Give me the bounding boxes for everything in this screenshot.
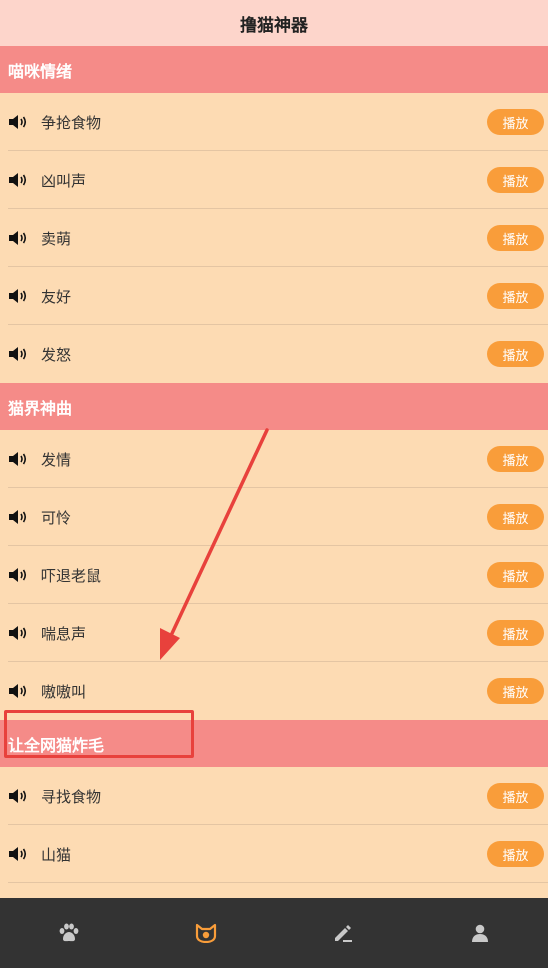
list-item[interactable]: 可怜 播放: [0, 488, 548, 546]
speaker-icon: [8, 114, 28, 130]
speaker-icon: [8, 451, 28, 467]
list-item[interactable]: 寻找食物 播放: [0, 767, 548, 825]
list-item[interactable]: 喘息声 播放: [0, 604, 548, 662]
bottom-tab-bar: [0, 898, 548, 968]
sound-label: 寻找食物: [41, 787, 102, 806]
sound-label: 争抢食物: [41, 113, 102, 132]
play-button[interactable]: 播放: [487, 167, 544, 193]
cat-face-icon: [195, 923, 216, 943]
edit-icon: [334, 925, 352, 942]
tab-profile[interactable]: [450, 913, 510, 953]
annotation-highlight-box: [4, 710, 194, 758]
play-button[interactable]: 播放: [487, 678, 544, 704]
list-item[interactable]: 发怒 播放: [0, 325, 548, 383]
speaker-icon: [8, 625, 28, 641]
sound-label: 凶叫声: [41, 171, 87, 190]
sound-label: 喘息声: [41, 624, 87, 643]
tab-edit[interactable]: [313, 913, 373, 953]
user-icon: [471, 924, 488, 942]
list-item[interactable]: 发情 播放: [0, 430, 548, 488]
sound-label: 嗷嗷叫: [41, 682, 87, 701]
sound-label: 发怒: [41, 345, 72, 364]
section-header: 猫界神曲: [0, 383, 548, 430]
tab-cat[interactable]: [176, 913, 236, 953]
play-button[interactable]: 播放: [487, 109, 544, 135]
play-button[interactable]: 播放: [487, 283, 544, 309]
sound-label: 友好: [41, 287, 72, 306]
play-button[interactable]: 播放: [487, 225, 544, 251]
speaker-icon: [8, 509, 28, 525]
speaker-icon: [8, 846, 28, 862]
app-header: 撸猫神器: [0, 0, 548, 46]
list-item[interactable]: 山猫 播放: [0, 825, 548, 883]
speaker-icon: [8, 230, 28, 246]
list-item[interactable]: 卖萌 播放: [0, 209, 548, 267]
sound-label: 吓退老鼠: [41, 566, 102, 585]
list-item[interactable]: 友好 播放: [0, 267, 548, 325]
play-button[interactable]: 播放: [487, 783, 544, 809]
speaker-icon: [8, 346, 28, 362]
section-cat-songs: 猫界神曲 发情 播放 可怜 播放 吓退老鼠 播放 喘息声 播放 嗷嗷叫 播放: [0, 383, 548, 720]
play-button[interactable]: 播放: [487, 504, 544, 530]
sound-label: 可怜: [41, 508, 72, 527]
section-cat-emotions: 喵咪情绪 争抢食物 播放 凶叫声 播放 卖萌 播放 友好 播放 发怒 播放: [0, 46, 548, 383]
sound-label: 卖萌: [41, 229, 72, 248]
tab-paw[interactable]: [39, 913, 99, 953]
list-item-partial[interactable]: [0, 883, 548, 898]
play-button[interactable]: 播放: [487, 562, 544, 588]
speaker-icon: [8, 683, 28, 699]
sound-label: 山猫: [41, 845, 72, 864]
sound-label: 发情: [41, 450, 72, 469]
paw-icon: [59, 923, 78, 942]
speaker-icon: [8, 172, 28, 188]
list-item[interactable]: 凶叫声 播放: [0, 151, 548, 209]
sound-list: 喵咪情绪 争抢食物 播放 凶叫声 播放 卖萌 播放 友好 播放 发怒 播放 猫界…: [0, 46, 548, 898]
play-button[interactable]: 播放: [487, 341, 544, 367]
list-item[interactable]: 争抢食物 播放: [0, 93, 548, 151]
speaker-icon: [8, 567, 28, 583]
speaker-icon: [8, 288, 28, 304]
section-title: 喵咪情绪: [8, 61, 73, 81]
play-button[interactable]: 播放: [487, 620, 544, 646]
play-button[interactable]: 播放: [487, 841, 544, 867]
list-item[interactable]: 吓退老鼠 播放: [0, 546, 548, 604]
section-title: 猫界神曲: [8, 398, 73, 418]
speaker-icon: [8, 788, 28, 804]
play-button[interactable]: 播放: [487, 446, 544, 472]
page-title: 撸猫神器: [240, 15, 308, 36]
section-header: 喵咪情绪: [0, 46, 548, 93]
